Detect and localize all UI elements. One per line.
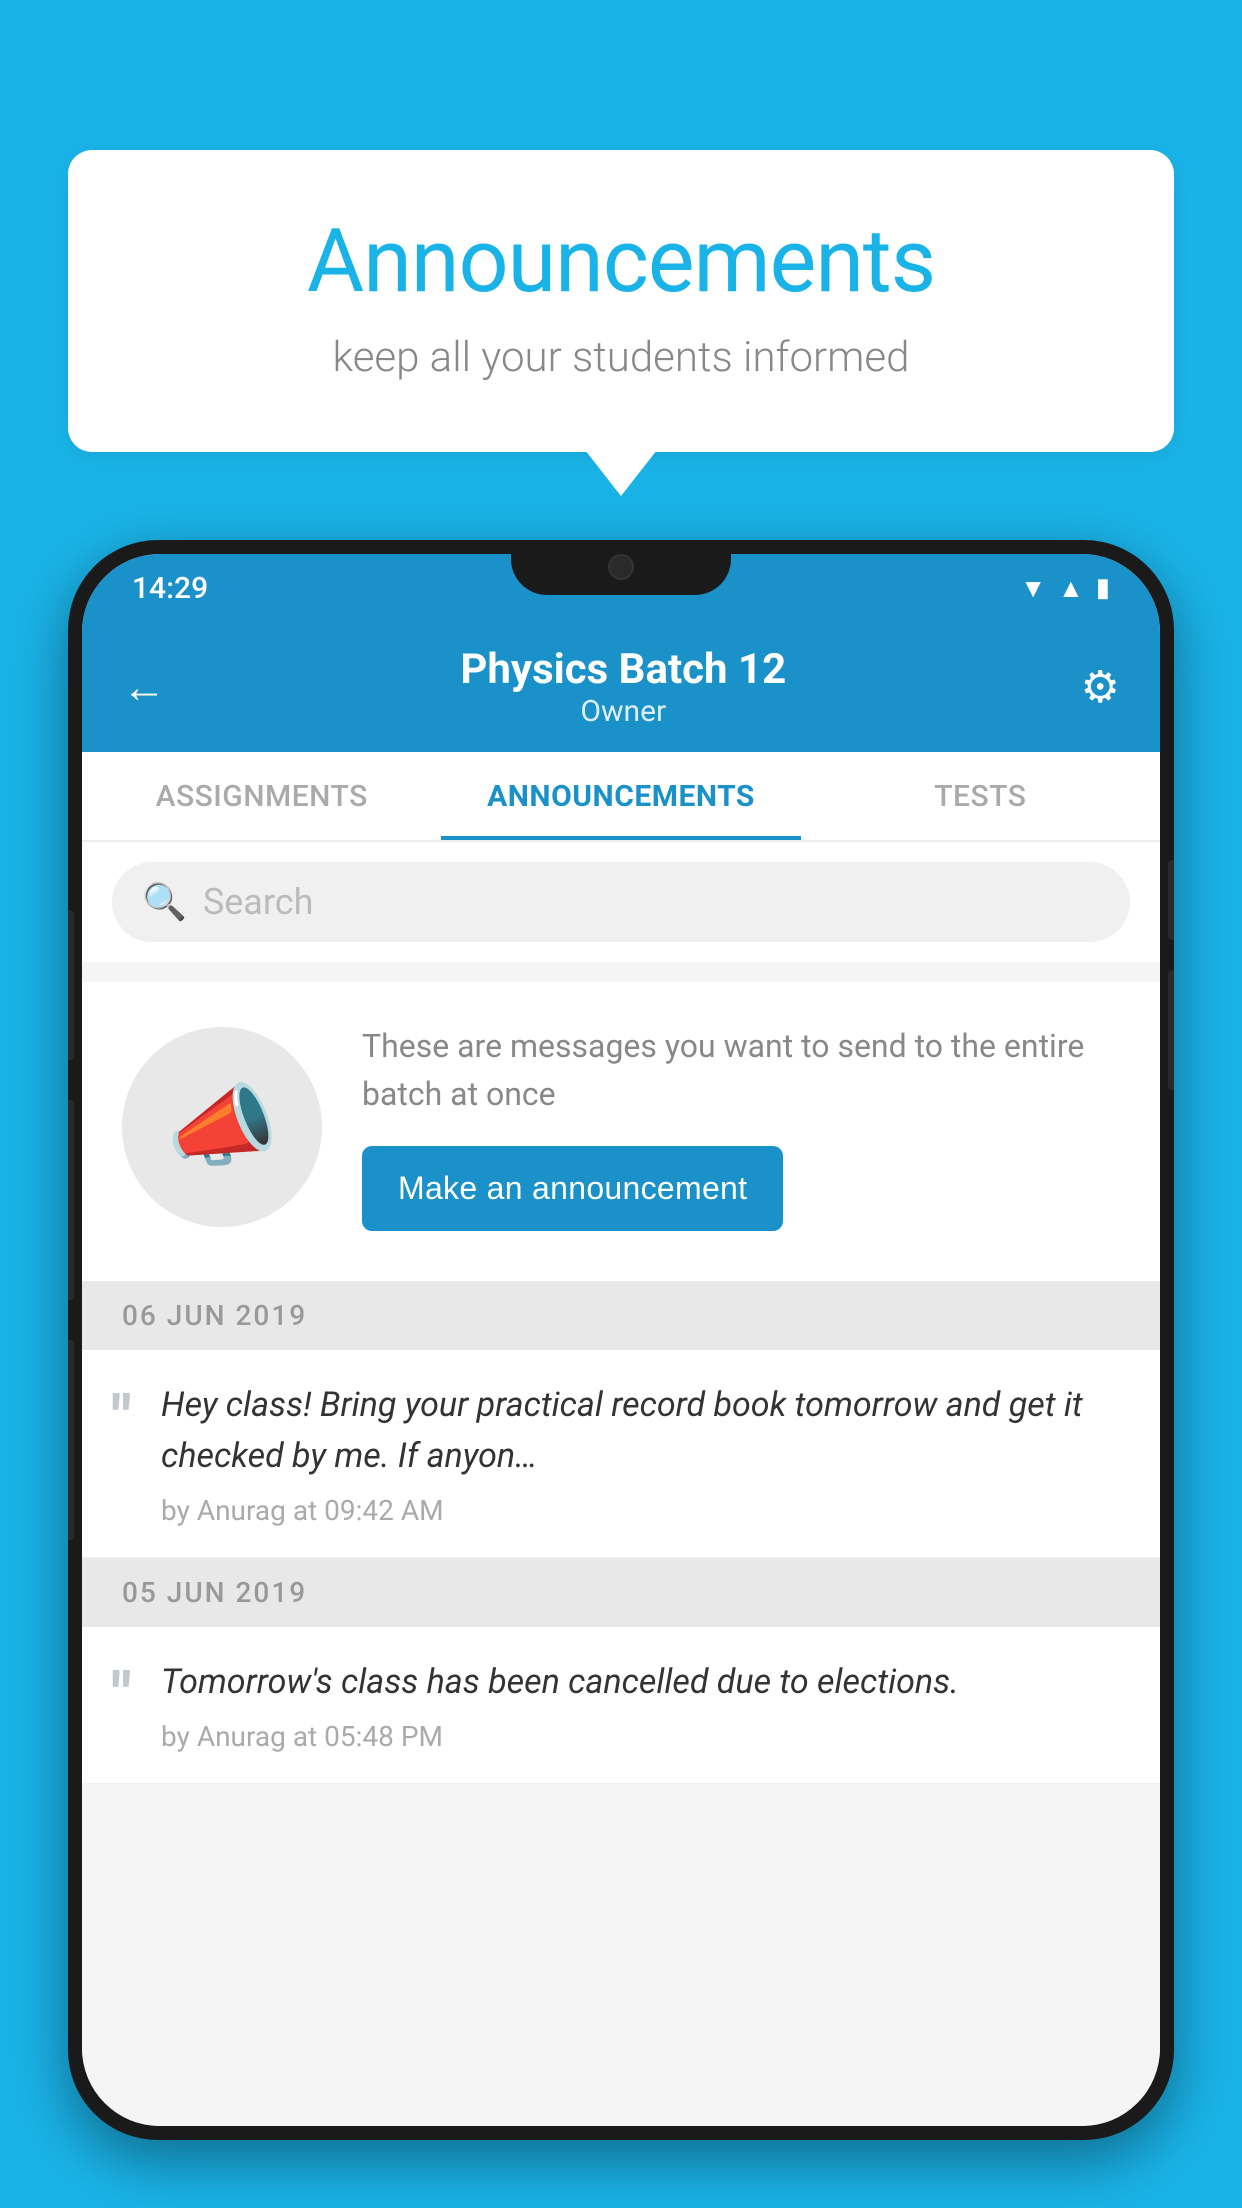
announcement-meta-1: by Anurag at 09:42 AM <box>161 1494 1120 1527</box>
status-time: 14:29 <box>132 571 208 606</box>
header-title-group: Physics Batch 12 Owner <box>460 645 786 729</box>
announcement-description: These are messages you want to send to t… <box>362 1022 1120 1118</box>
tab-tests[interactable]: TESTS <box>801 752 1160 840</box>
megaphone-icon: 📣 <box>166 1074 278 1179</box>
announcement-prompt-card: 📣 These are messages you want to send to… <box>82 982 1160 1281</box>
date-separator-1: 06 JUN 2019 <box>82 1281 1160 1350</box>
tab-assignments[interactable]: ASSIGNMENTS <box>82 752 441 840</box>
battery-icon: ▮ <box>1096 573 1110 603</box>
phone-wrapper: 14:29 ▼ ▲ ▮ ← Physics Batch 12 Owner ⚙ <box>68 540 1174 2140</box>
speech-bubble: Announcements keep all your students inf… <box>68 150 1174 452</box>
app-header: ← Physics Batch 12 Owner ⚙ <box>82 622 1160 752</box>
tabs-bar: ASSIGNMENTS ANNOUNCEMENTS TESTS <box>82 752 1160 842</box>
settings-icon[interactable]: ⚙ <box>1081 661 1120 713</box>
quote-icon-1: " <box>112 1388 131 1448</box>
announcement-icon-circle: 📣 <box>122 1027 322 1227</box>
quote-icon-2: " <box>112 1665 131 1725</box>
batch-subtitle: Owner <box>460 694 786 729</box>
announcement-text-1: Hey class! Bring your practical record b… <box>161 1380 1120 1482</box>
speech-bubble-wrapper: Announcements keep all your students inf… <box>68 150 1174 452</box>
bubble-title: Announcements <box>148 210 1094 313</box>
phone-notch <box>511 540 731 595</box>
search-bar-wrapper: 🔍 Search <box>82 842 1160 962</box>
tab-announcements[interactable]: ANNOUNCEMENTS <box>441 752 800 840</box>
batch-title: Physics Batch 12 <box>460 645 786 694</box>
phone-screen: 14:29 ▼ ▲ ▮ ← Physics Batch 12 Owner ⚙ <box>82 554 1160 2126</box>
search-icon: 🔍 <box>142 881 187 923</box>
announcement-content-2: Tomorrow's class has been cancelled due … <box>161 1657 1120 1753</box>
volume-mid-button <box>68 1100 74 1300</box>
content-area: 🔍 Search 📣 These are messages you want t… <box>82 842 1160 2126</box>
announcement-item-2[interactable]: " Tomorrow's class has been cancelled du… <box>82 1627 1160 1784</box>
announcement-item-1[interactable]: " Hey class! Bring your practical record… <box>82 1350 1160 1558</box>
power-button <box>1168 860 1174 940</box>
announcement-right: These are messages you want to send to t… <box>362 1022 1120 1231</box>
signal-icon: ▲ <box>1058 573 1084 604</box>
make-announcement-button[interactable]: Make an announcement <box>362 1146 783 1231</box>
back-button[interactable]: ← <box>122 661 166 713</box>
wifi-icon: ▼ <box>1020 573 1046 604</box>
search-bar[interactable]: 🔍 Search <box>112 862 1130 942</box>
volume-low-button <box>68 1340 74 1540</box>
announcement-meta-2: by Anurag at 05:48 PM <box>161 1720 1120 1753</box>
phone: 14:29 ▼ ▲ ▮ ← Physics Batch 12 Owner ⚙ <box>68 540 1174 2140</box>
announcement-content-1: Hey class! Bring your practical record b… <box>161 1380 1120 1527</box>
volume-up-button <box>1168 970 1174 1090</box>
announcement-text-2: Tomorrow's class has been cancelled due … <box>161 1657 1120 1708</box>
bubble-subtitle: keep all your students informed <box>148 333 1094 382</box>
phone-camera <box>608 554 634 580</box>
status-icons: ▼ ▲ ▮ <box>1020 573 1110 604</box>
volume-down-button <box>68 910 74 1060</box>
search-placeholder: Search <box>203 881 314 923</box>
date-separator-2: 05 JUN 2019 <box>82 1558 1160 1627</box>
